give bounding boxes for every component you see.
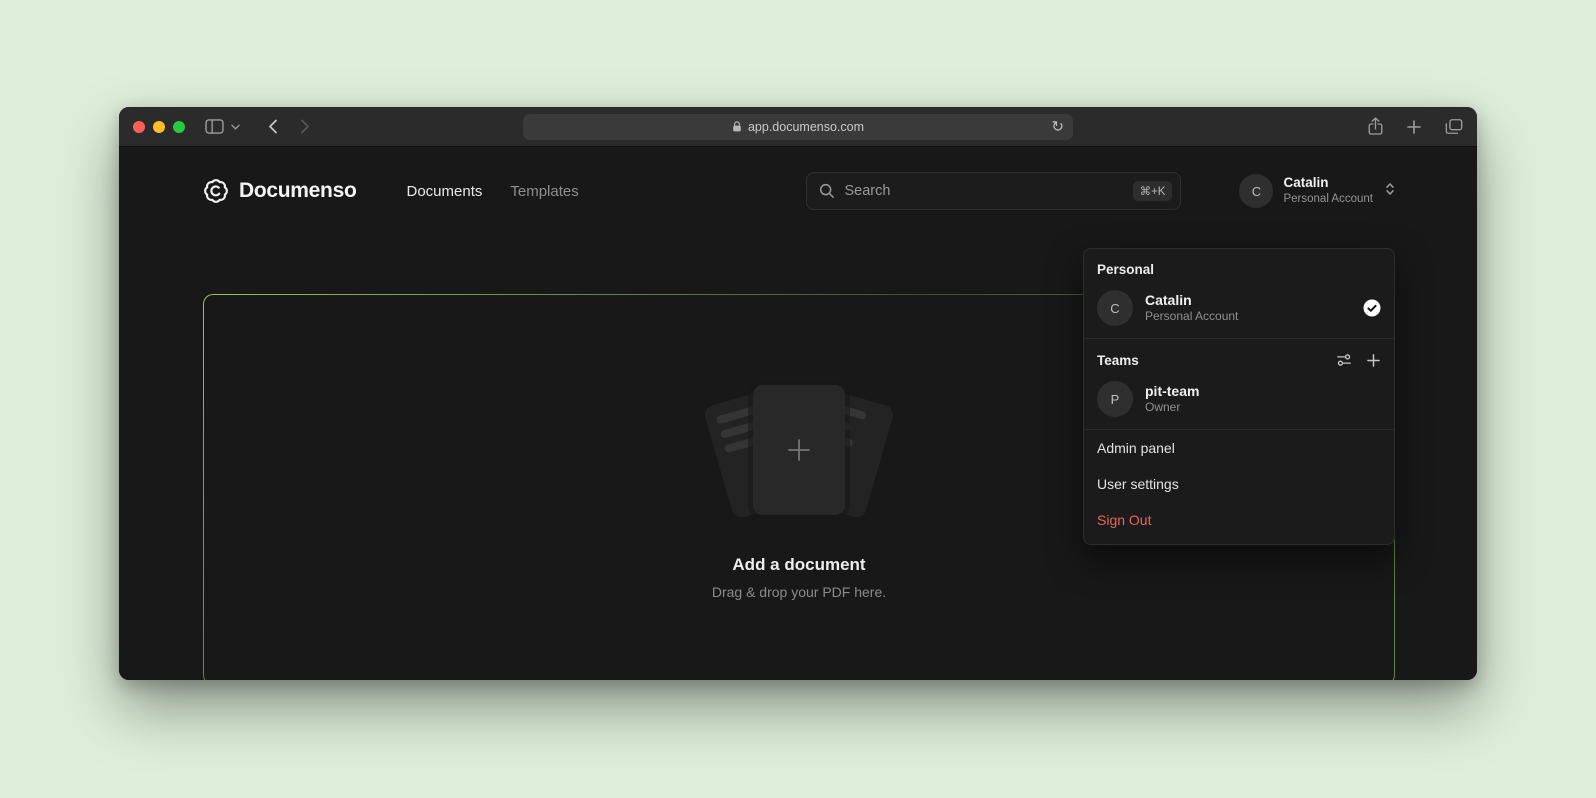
account-dropdown-menu: Personal C Catalin Personal Account Team… xyxy=(1083,248,1395,545)
menu-item-sign-out[interactable]: Sign Out xyxy=(1084,502,1394,538)
team-avatar: P xyxy=(1097,381,1133,417)
back-button[interactable] xyxy=(268,119,277,134)
menu-item-admin-panel[interactable]: Admin panel xyxy=(1084,430,1394,466)
personal-section-label: Personal xyxy=(1097,262,1154,277)
search-icon xyxy=(819,183,835,199)
sidebar-menu-button[interactable] xyxy=(231,124,240,130)
team-subtitle: Owner xyxy=(1145,400,1381,416)
document-card-center xyxy=(753,385,845,515)
chevron-down-icon xyxy=(231,124,240,130)
teams-section-actions xyxy=(1336,352,1380,368)
lock-icon xyxy=(732,120,742,133)
document-cards-illustration xyxy=(689,379,909,529)
brand-name: Documenso xyxy=(239,179,357,203)
team-name: pit-team xyxy=(1145,382,1381,400)
check-circle-icon xyxy=(1363,299,1381,317)
app-page: Documenso Documents Templates ⌘+K C Cata… xyxy=(119,171,1477,680)
nav-templates[interactable]: Templates xyxy=(510,183,578,200)
zoom-button[interactable] xyxy=(173,121,185,133)
manage-teams-button[interactable] xyxy=(1336,352,1352,368)
forward-button[interactable] xyxy=(301,119,310,134)
tabs-icon xyxy=(1445,118,1463,135)
share-icon xyxy=(1368,117,1383,136)
search-bar: ⌘+K xyxy=(806,172,1181,210)
new-tab-button[interactable] xyxy=(1407,120,1421,134)
create-team-button[interactable] xyxy=(1367,354,1380,367)
reload-icon[interactable]: ↻ xyxy=(1051,119,1064,134)
window-controls xyxy=(133,121,185,133)
teams-section-label: Teams xyxy=(1097,353,1139,368)
browser-window: app.documenso.com ↻ xyxy=(119,107,1477,680)
documenso-seal-icon xyxy=(203,178,229,204)
desktop: { "browser": { "url": "app.documenso.com… xyxy=(0,107,1596,798)
history-controls xyxy=(268,119,310,134)
chevron-left-icon xyxy=(268,119,277,134)
main-nav: Documents Templates xyxy=(407,183,579,200)
close-button[interactable] xyxy=(133,121,145,133)
dropzone-title: Add a document xyxy=(732,555,865,575)
personal-text: Catalin Personal Account xyxy=(1145,291,1351,325)
plus-icon xyxy=(784,435,814,465)
menu-item-user-settings[interactable]: User settings xyxy=(1084,466,1394,502)
tab-overview-button[interactable] xyxy=(1445,118,1463,135)
account-subtitle: Personal Account xyxy=(1283,192,1373,206)
account-menu-trigger[interactable]: C Catalin Personal Account xyxy=(1239,174,1395,208)
chevron-right-icon xyxy=(301,119,310,134)
address-bar[interactable]: app.documenso.com ↻ xyxy=(523,114,1073,140)
account-name: Catalin xyxy=(1283,175,1373,192)
plus-icon xyxy=(1367,354,1380,367)
toolbar-right xyxy=(1368,117,1463,136)
plus-icon xyxy=(1407,120,1421,134)
team-item[interactable]: P pit-team Owner xyxy=(1084,375,1394,429)
dropzone-subtitle: Drag & drop your PDF here. xyxy=(712,584,886,600)
sidebar-controls xyxy=(205,119,240,134)
browser-toolbar: app.documenso.com ↻ xyxy=(119,107,1477,147)
sliders-icon xyxy=(1336,352,1352,368)
brand-logo[interactable]: Documenso xyxy=(203,178,357,204)
personal-account-item[interactable]: C Catalin Personal Account xyxy=(1084,284,1394,338)
team-text: pit-team Owner xyxy=(1145,382,1381,416)
chevrons-up-down-icon xyxy=(1385,181,1395,202)
personal-name: Catalin xyxy=(1145,291,1351,309)
personal-subtitle: Personal Account xyxy=(1145,309,1351,325)
search-input[interactable] xyxy=(844,183,1123,199)
search-shortcut-badge: ⌘+K xyxy=(1133,181,1173,201)
personal-avatar: C xyxy=(1097,290,1133,326)
sidebar-icon xyxy=(205,119,224,134)
account-avatar: C xyxy=(1239,174,1273,208)
personal-section-header: Personal xyxy=(1084,249,1394,284)
account-text: Catalin Personal Account xyxy=(1283,175,1373,206)
app-header: Documenso Documents Templates ⌘+K C Cata… xyxy=(203,171,1395,211)
minimize-button[interactable] xyxy=(153,121,165,133)
teams-section-header: Teams xyxy=(1084,339,1394,375)
share-button[interactable] xyxy=(1368,117,1383,136)
nav-documents[interactable]: Documents xyxy=(407,183,483,200)
sidebar-toggle-button[interactable] xyxy=(205,119,224,134)
url-text: app.documenso.com xyxy=(748,120,864,134)
